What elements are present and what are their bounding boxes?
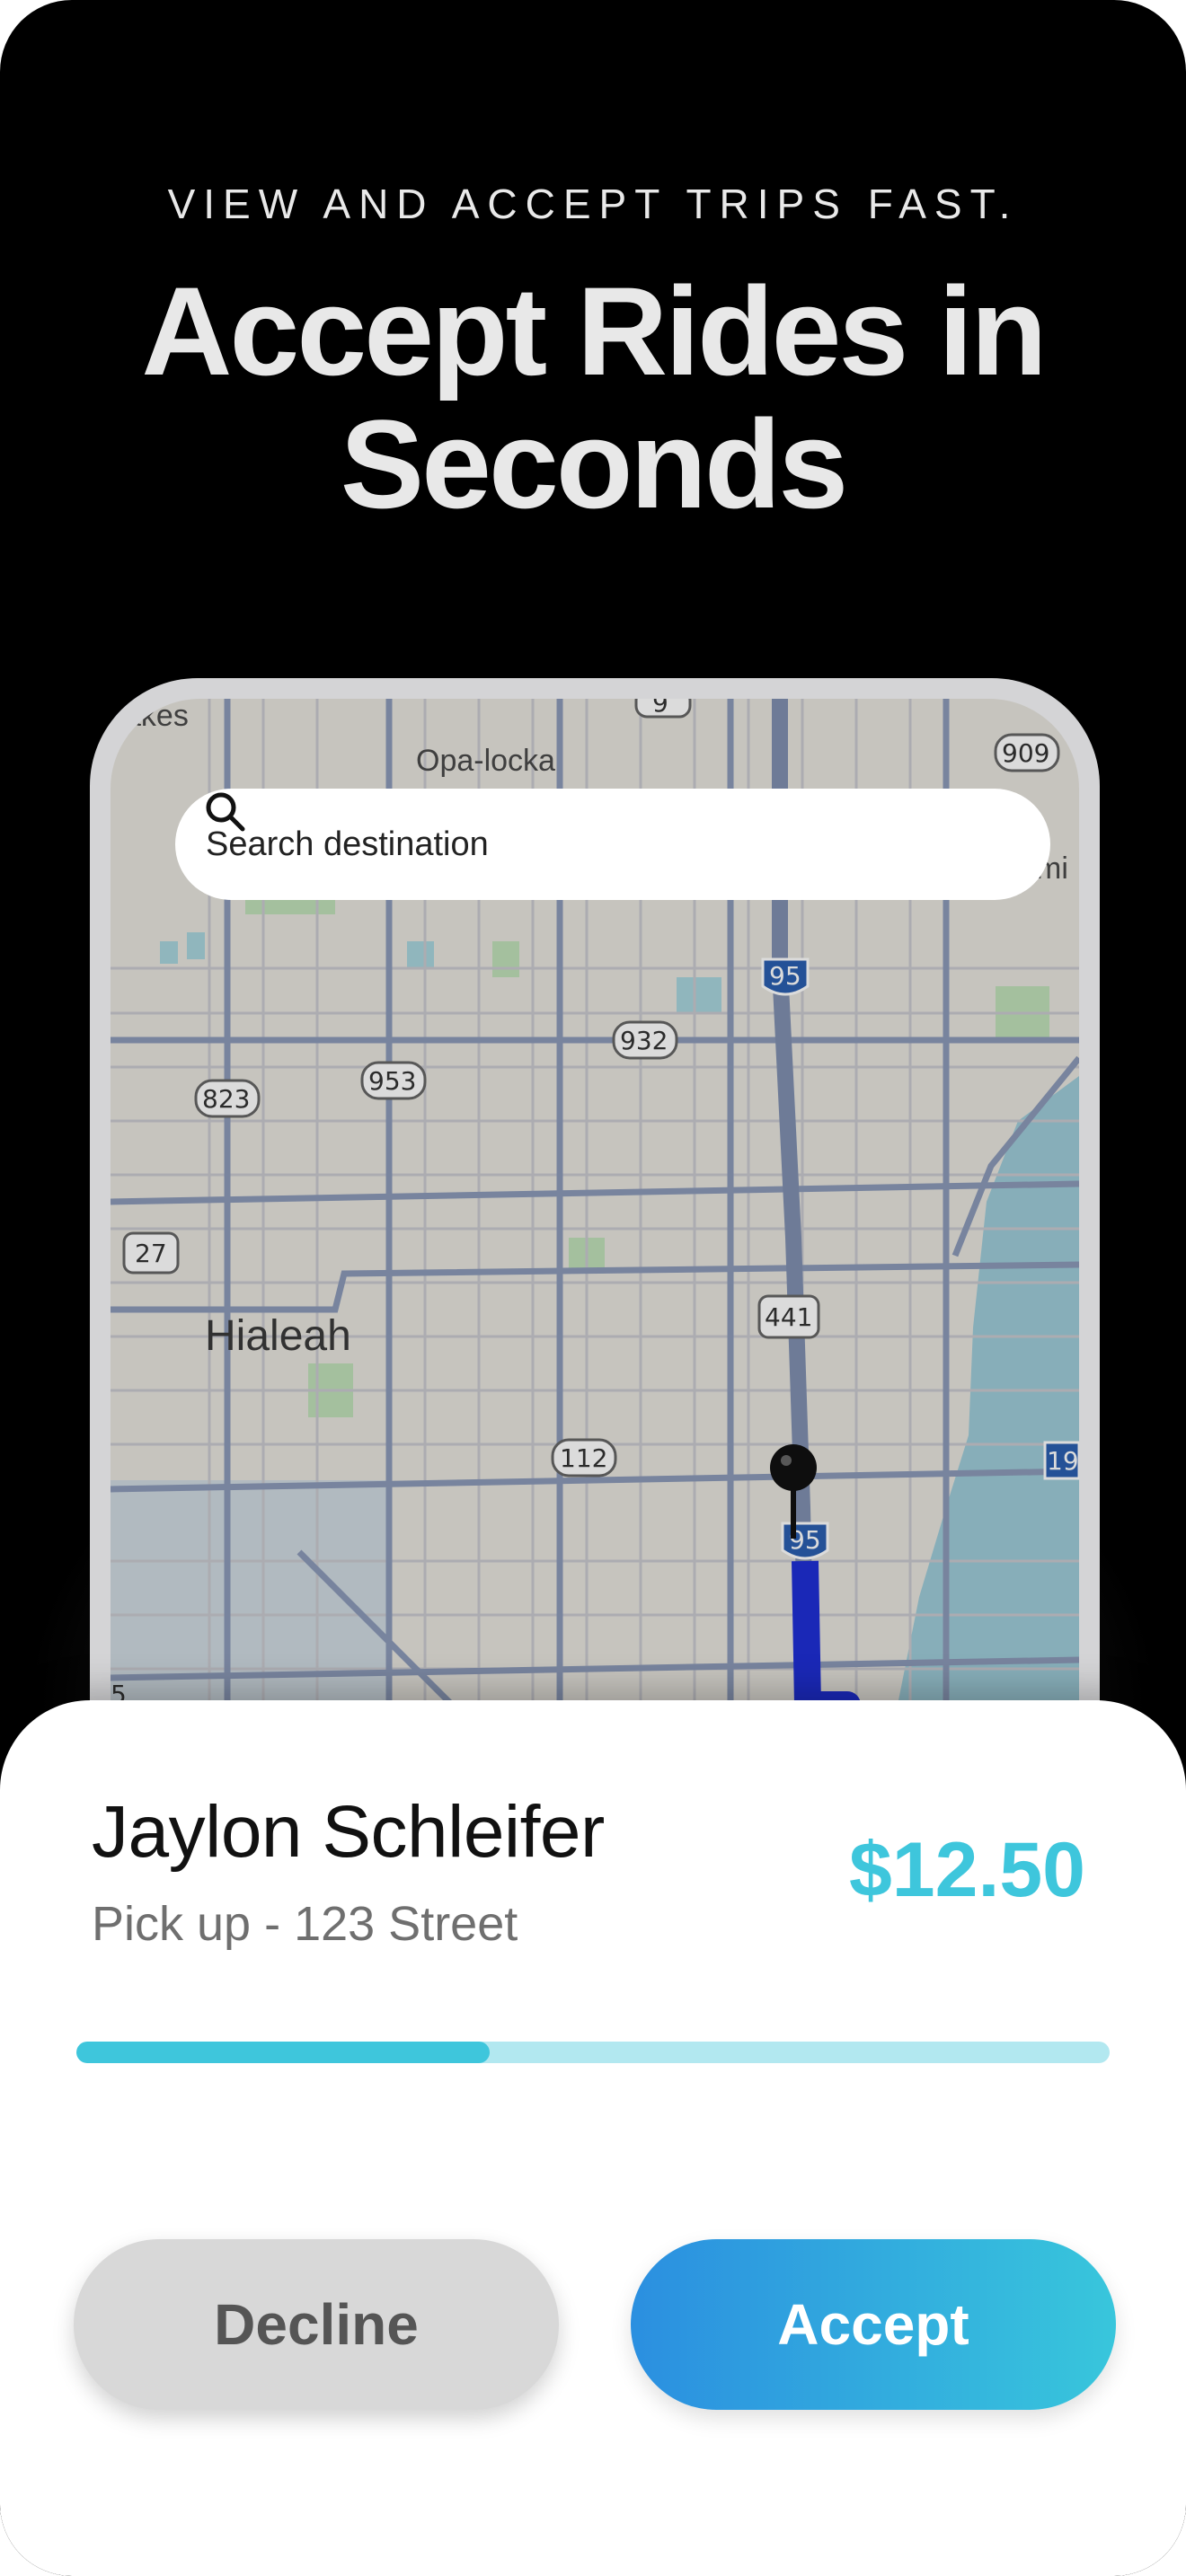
countdown-progress-fill bbox=[76, 2042, 490, 2063]
decline-button[interactable]: Decline bbox=[74, 2239, 559, 2410]
screen: VIEW AND ACCEPT TRIPS FAST. Accept Rides… bbox=[0, 0, 1186, 2576]
eyebrow-text: VIEW AND ACCEPT TRIPS FAST. bbox=[167, 181, 1019, 227]
search-icon bbox=[206, 792, 245, 832]
search-bar[interactable]: Search destination bbox=[175, 789, 1050, 900]
countdown-progress-bar bbox=[76, 2042, 1110, 2063]
fare-amount: $12.50 bbox=[848, 1827, 1085, 1913]
headline: Accept Rides in Seconds bbox=[0, 265, 1186, 531]
headline-line-1: Accept Rides in bbox=[141, 260, 1047, 401]
rider-name: Jaylon Schleifer bbox=[92, 1791, 605, 1873]
ride-request-sheet: Jaylon Schleifer Pick up - 123 Street $1… bbox=[0, 1700, 1186, 2576]
accept-button[interactable]: Accept bbox=[631, 2239, 1116, 2410]
pickup-address: Pick up - 123 Street bbox=[92, 1897, 518, 1951]
headline-line-2: Seconds bbox=[340, 393, 849, 534]
